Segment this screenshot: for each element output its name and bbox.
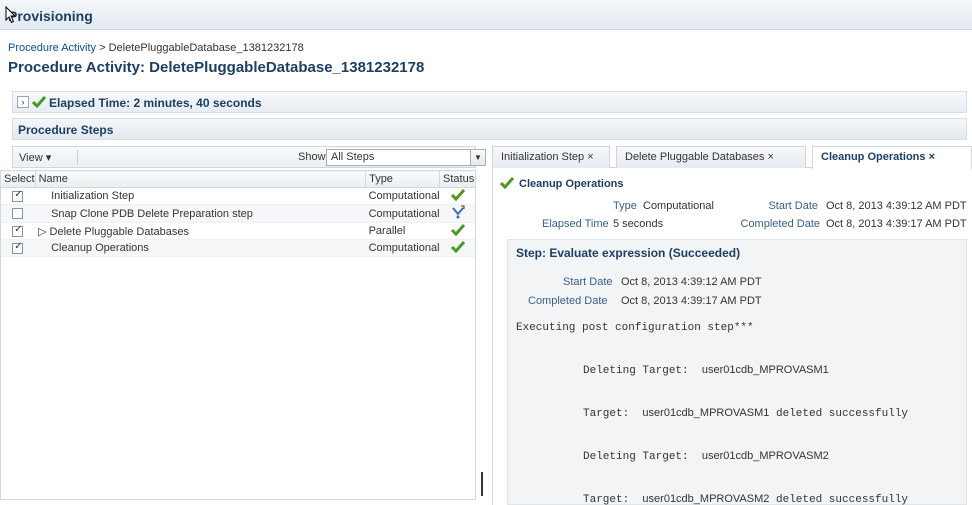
chevron-down-icon[interactable]: ▼ <box>470 150 485 165</box>
type-value: Computational <box>643 200 714 212</box>
breadcrumb-separator: > <box>99 42 106 54</box>
check-icon <box>450 240 465 253</box>
detail-title: Cleanup Operations <box>500 177 624 190</box>
log-line-3: Target: user01cdb_MPROVASM1 deleted succ… <box>583 407 908 420</box>
log-line-4-prefix: Deleting Target: <box>583 451 689 463</box>
table-row[interactable]: Snap Clone PDB Delete Preparation step Co… <box>0 204 476 223</box>
step-name: Cleanup Operations <box>51 242 149 254</box>
row-checkbox[interactable] <box>12 189 24 202</box>
breadcrumb: Procedure Activity > DeletePluggableData… <box>8 42 304 54</box>
check-icon <box>450 223 465 236</box>
row-checkbox[interactable] <box>12 208 24 220</box>
column-header-name[interactable]: Name <box>34 170 367 188</box>
tab-cleanup-operations[interactable]: Cleanup Operations × <box>812 146 972 169</box>
log-line-5-suffix: deleted successfully <box>776 494 909 505</box>
column-header-select[interactable]: Select <box>0 170 36 188</box>
name-cell: Initialization Step <box>35 187 366 205</box>
procedure-steps-title: Procedure Steps <box>18 123 114 137</box>
type-cell: Computational <box>365 204 440 223</box>
step-name: Snap Clone PDB Delete Preparation step <box>51 207 253 220</box>
log-line-3-target: user01cdb_MPROVASM1 <box>642 407 770 419</box>
log-line-3-suffix: deleted successfully <box>776 408 909 420</box>
log-line-5-target: user01cdb_MPROVASM2 <box>642 493 770 505</box>
show-filter-value: All Steps <box>331 151 375 163</box>
log-line-2: Deleting Target: user01cdb_MPROVASM1 <box>583 364 829 377</box>
status-cell <box>439 187 476 205</box>
title-bar: Provisioning <box>0 0 972 30</box>
show-filter-select[interactable]: All Steps ▼ <box>326 149 486 166</box>
procedure-steps-header: Procedure Steps <box>12 118 967 140</box>
view-menu[interactable]: View ▾ <box>19 151 51 164</box>
steps-toolbar: View ▾ Show All Steps ▼ <box>12 146 486 168</box>
toolbar-divider <box>77 150 78 165</box>
expand-icon[interactable]: › <box>17 96 29 108</box>
status-cell <box>439 204 476 223</box>
name-cell: Snap Clone PDB Delete Preparation step <box>35 204 366 223</box>
expand-row-icon[interactable]: ▷ <box>38 226 46 238</box>
column-header-type[interactable]: Type <box>365 170 441 188</box>
elapsed-time-bar: › Elapsed Time: 2 minutes, 40 seconds <box>12 91 967 113</box>
elapsed-time-value: 5 seconds <box>613 218 664 230</box>
app-title: Provisioning <box>8 8 93 24</box>
check-icon <box>450 188 465 201</box>
start-date-label: Start Date <box>768 200 818 212</box>
elapsed-time-label: Elapsed Time: 2 minutes, 40 seconds <box>49 96 262 110</box>
page-title: Procedure Activity: DeletePluggableDatab… <box>8 59 425 76</box>
show-label: Show <box>298 151 326 163</box>
row-checkbox[interactable] <box>12 224 24 237</box>
table-row[interactable]: Cleanup Operations Computational <box>0 239 476 257</box>
select-cell <box>0 187 36 205</box>
type-cell: Computational <box>365 239 440 257</box>
mouse-cursor-icon <box>5 6 17 24</box>
step-name: Initialization Step <box>51 190 135 202</box>
step-completed-date-value: Oct 8, 2013 4:39:17 AM PDT <box>621 295 762 307</box>
detail-tabs: Initialization Step × Delete Pluggable D… <box>492 146 972 169</box>
log-line-2-prefix: Deleting Target: <box>583 365 689 377</box>
step-title: Step: Evaluate expression (Succeeded) <box>516 246 741 260</box>
completed-date-label: Completed Date <box>740 218 821 230</box>
check-icon <box>500 177 514 189</box>
status-cell <box>439 222 476 240</box>
splitter-handle-icon[interactable] <box>480 472 484 496</box>
name-cell: Cleanup Operations <box>35 239 366 257</box>
skip-icon <box>451 205 464 219</box>
type-cell: Parallel <box>365 222 440 240</box>
log-line-4: Deleting Target: user01cdb_MPROVASM2 <box>583 450 829 463</box>
select-cell <box>0 239 36 257</box>
tab-delete-pluggable-databases[interactable]: Delete Pluggable Databases × <box>616 146 806 168</box>
log-line-1: Executing post configuration step*** <box>516 322 754 334</box>
type-cell: Computational <box>365 187 440 205</box>
check-icon <box>32 96 46 108</box>
table-row[interactable]: ▷Delete Pluggable DatabasesParallel <box>0 222 476 240</box>
log-line-5-prefix: Target: <box>583 494 630 505</box>
log-line-4-target: user01cdb_MPROVASM2 <box>701 450 829 462</box>
table-row[interactable]: Initialization Step Computational <box>0 187 476 205</box>
step-start-date-value: Oct 8, 2013 4:39:12 AM PDT <box>621 276 762 288</box>
select-cell <box>0 204 36 223</box>
steps-table: Select Name Type Status Initialization S… <box>0 170 476 257</box>
select-cell <box>0 222 36 240</box>
log-line-5: Target: user01cdb_MPROVASM2 deleted succ… <box>583 493 908 505</box>
completed-date-value: Oct 8, 2013 4:39:17 AM PDT <box>826 218 967 230</box>
column-header-status[interactable]: Status <box>439 170 476 188</box>
start-date-value: Oct 8, 2013 4:39:12 AM PDT <box>826 200 967 212</box>
tab-initialization-step[interactable]: Initialization Step × <box>492 146 610 168</box>
breadcrumb-link-procedure-activity[interactable]: Procedure Activity <box>8 42 96 54</box>
type-label: Type <box>613 200 637 212</box>
step-start-date-label: Start Date <box>563 276 613 288</box>
detail-title-text: Cleanup Operations <box>519 178 624 190</box>
log-line-2-target: user01cdb_MPROVASM1 <box>701 364 829 376</box>
breadcrumb-current: DeletePluggableDatabase_1381232178 <box>108 42 304 54</box>
detail-panel: Cleanup Operations Type Computational St… <box>492 168 972 505</box>
step-name: Delete Pluggable Databases <box>49 225 189 238</box>
row-checkbox[interactable] <box>12 241 24 254</box>
status-cell <box>439 239 476 257</box>
step-output-panel: Step: Evaluate expression (Succeeded) St… <box>507 239 967 505</box>
name-cell: ▷ Delete Pluggable Databases <box>35 222 366 240</box>
elapsed-time-label: Elapsed Time <box>542 218 609 230</box>
step-completed-date-label: Completed Date <box>528 295 608 307</box>
log-line-3-prefix: Target: <box>583 408 630 420</box>
